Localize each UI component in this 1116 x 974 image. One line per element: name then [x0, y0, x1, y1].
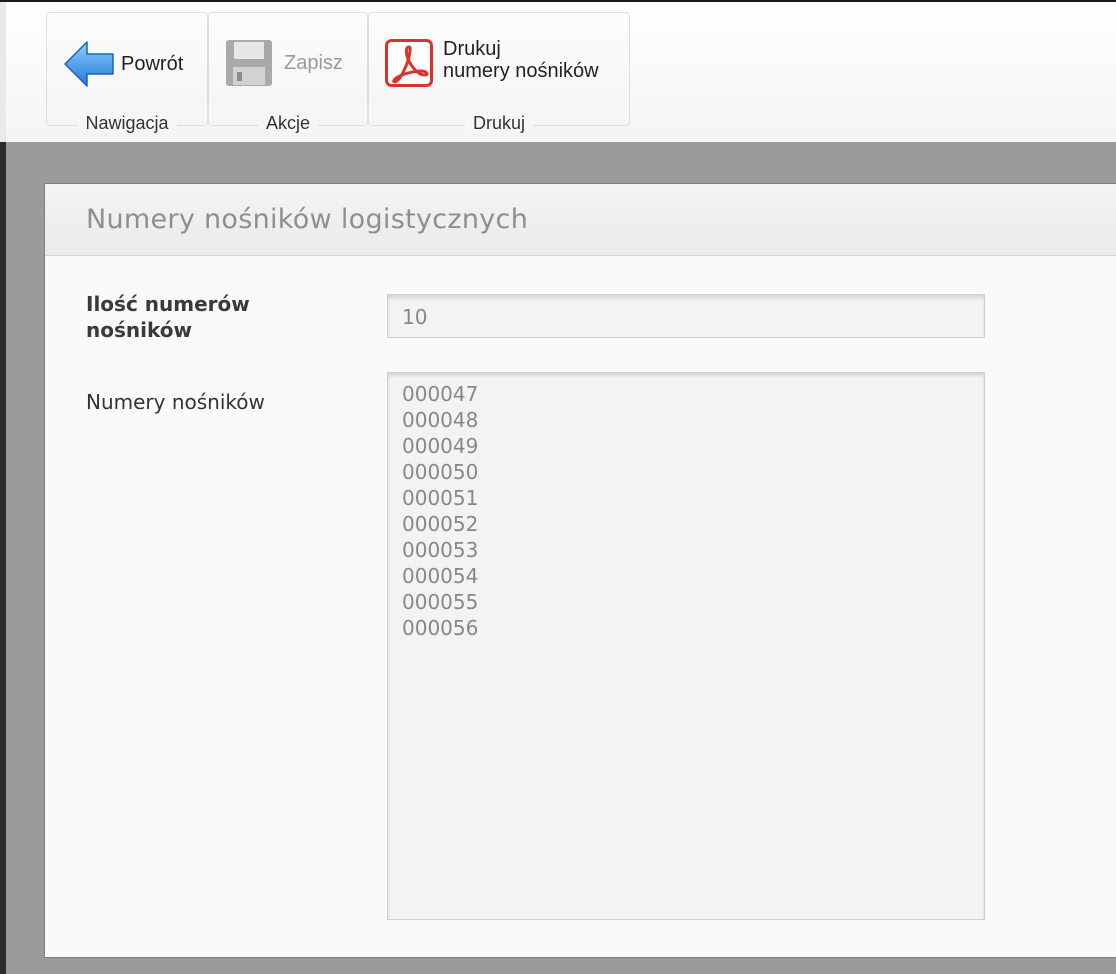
floppy-disk-icon	[226, 40, 272, 86]
carrier-number-line: 000047	[402, 382, 479, 406]
toolbar: Powrót Nawigacja Zapisz Akcje Drukuj num…	[0, 0, 1116, 144]
print-label-line1: Drukuj	[443, 38, 501, 60]
toolbar-group-caption: Nawigacja	[47, 113, 207, 134]
toolbar-group-navigation: Powrót Nawigacja	[46, 12, 208, 133]
carrier-number-line: 000054	[402, 564, 479, 588]
carrier-number-line: 000055	[402, 590, 479, 614]
carrier-number-line: 000048	[402, 408, 479, 432]
count-input[interactable]: 10	[387, 294, 985, 338]
panel-title: Numery nośników logistycznych	[86, 204, 529, 235]
numbers-field-label: Numery nośników	[86, 390, 265, 414]
count-label-line2: nośników	[86, 318, 192, 342]
carrier-number-line: 000056	[402, 616, 479, 640]
pdf-icon	[385, 39, 433, 87]
toolbar-group-print: Drukuj numery nośników Drukuj	[368, 12, 630, 133]
carrier-numbers-panel: Numery nośników logistycznych Ilość nume…	[44, 183, 1116, 958]
save-button-label: Zapisz	[284, 52, 343, 74]
carrier-number-line: 000049	[402, 434, 479, 458]
print-numbers-button-label: Drukuj numery nośników	[443, 38, 599, 82]
toolbar-group-actions: Zapisz Akcje	[208, 12, 368, 133]
numbers-list: 000047 000048 000049 000050 000051 000052 0000…	[402, 381, 970, 641]
toolbar-group-caption: Akcje	[209, 113, 367, 134]
toolbar-group-caption: Drukuj	[369, 113, 629, 134]
numbers-textarea[interactable]: 000047 000048 000049 000050 000051 000052 0000…	[387, 372, 985, 920]
arrow-left-icon	[64, 41, 114, 87]
carrier-number-line: 000052	[402, 512, 479, 536]
carrier-number-line: 000051	[402, 486, 479, 510]
count-field-label: Ilość numerów nośników	[86, 291, 250, 343]
back-button[interactable]: Powrót	[63, 39, 183, 89]
carrier-number-line: 000053	[402, 538, 479, 562]
carrier-number-line: 000050	[402, 460, 479, 484]
back-button-label: Powrót	[121, 53, 184, 75]
window-left-edge	[0, 142, 6, 974]
toolbar-left-edge	[0, 2, 6, 144]
save-button[interactable]: Zapisz	[225, 39, 343, 87]
print-numbers-button[interactable]: Drukuj numery nośników	[385, 38, 599, 87]
count-label-line1: Ilość numerów	[86, 292, 250, 316]
print-label-line2: numery nośników	[443, 60, 599, 82]
